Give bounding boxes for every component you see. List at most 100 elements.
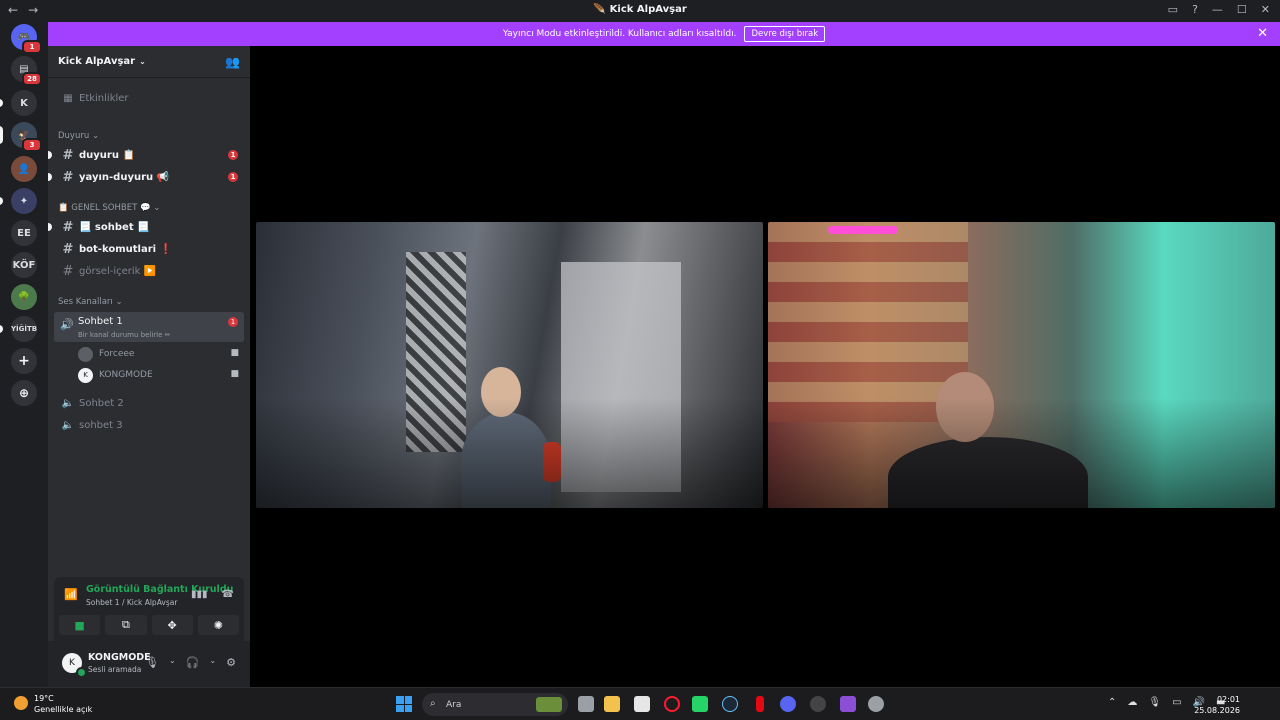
server-name: Kick AlpAvşar — [58, 56, 136, 67]
discover-button[interactable]: ⊕ — [11, 380, 37, 406]
video-icon: ■ — [230, 348, 239, 358]
calendar-icon: ▦ — [63, 92, 73, 104]
steam-icon[interactable] — [722, 696, 738, 712]
hash-icon: # — [62, 147, 74, 163]
voice-channel-sohbet-3[interactable]: 🔈 sohbet 3 — [54, 415, 244, 435]
channel-duyuru[interactable]: # duyuru 📋 1 — [48, 145, 244, 165]
video-icon: ■ — [74, 618, 85, 632]
voice-user[interactable]: K KONGMODE ■ — [78, 366, 243, 384]
close-window-button[interactable]: ✕ — [1261, 3, 1270, 16]
disable-streamer-mode-button[interactable]: Devre dışı bırak — [744, 26, 826, 42]
streamer-mode-banner: Yayıncı Modu etkinleştirildi. Kullanıcı … — [48, 22, 1280, 46]
whatsapp-icon[interactable] — [692, 696, 708, 712]
server-kof[interactable]: KÖF — [11, 252, 37, 278]
server-kick-alpavsar[interactable]: 🦅 3 — [0, 122, 42, 152]
obs-icon[interactable] — [810, 696, 826, 712]
neon-light — [828, 226, 898, 234]
channel-bot-komutlari[interactable]: # bot-komutlari ❗ — [54, 239, 244, 259]
server-avatar-4[interactable]: 🌳 — [11, 284, 37, 310]
voice-channel-sohbet-1[interactable]: 🔊 Sohbet 1 Bir kanal durumu belirle ✏ 1 — [54, 312, 244, 342]
time: 02:01 — [1216, 695, 1240, 704]
clock[interactable]: 02:01 25.08.2026 — [1194, 694, 1240, 716]
weather-icon — [14, 696, 28, 710]
server-avatar-3[interactable]: ✦ — [0, 188, 37, 214]
maximize-button[interactable]: ☐ — [1237, 3, 1247, 16]
help-icon[interactable]: ? — [1192, 3, 1198, 16]
inbox-button[interactable]: ▤ 28 — [11, 56, 42, 86]
onedrive-icon[interactable]: ☁ — [1127, 697, 1137, 708]
channel-yayin-duyuru[interactable]: # yayın-duyuru 📢 1 — [48, 167, 244, 187]
channel-sohbet[interactable]: # 📃 sohbet 📃 — [48, 217, 244, 237]
screen-share-button[interactable]: ⧉ — [105, 615, 147, 635]
chevron-down-icon: ⌄ — [139, 57, 146, 66]
invite-people-icon[interactable]: 👥 — [225, 55, 240, 69]
search-highlight-icon — [536, 697, 562, 712]
microphone-icon[interactable]: 🎙 — [145, 656, 159, 669]
close-icon[interactable]: ✕ — [1257, 26, 1268, 41]
camera-button[interactable]: ■ — [59, 615, 101, 635]
events-label: Etkinlikler — [79, 92, 129, 104]
soundboard-button[interactable]: ✺ — [197, 615, 239, 635]
search-icon: ⌕ — [430, 698, 436, 709]
minimize-button[interactable]: — — [1212, 3, 1223, 16]
user-name[interactable]: KONGMODE — [88, 652, 151, 663]
file-explorer-icon[interactable] — [604, 696, 620, 712]
server-k[interactable]: K — [0, 90, 37, 116]
server-avatar-2[interactable]: 👤 — [11, 156, 37, 182]
shade — [256, 398, 763, 508]
netflix-icon[interactable] — [756, 696, 764, 712]
chevron-down-icon[interactable]: ⌄ — [209, 656, 216, 669]
connection-location[interactable]: Sohbet 1 / Kick AlpAvşar — [86, 598, 177, 607]
category-duyuru[interactable]: Duyuru ⌄ — [58, 131, 99, 141]
video-tile[interactable] — [768, 222, 1275, 508]
microphone-icon[interactable]: 🎙 — [1148, 697, 1161, 708]
channel-status[interactable]: Bir kanal durumu belirle ✏ — [78, 331, 171, 339]
discover-icon: ⊕ — [18, 386, 30, 400]
video-editor-icon[interactable] — [840, 696, 856, 712]
server-yigitb[interactable]: YİĞİTB — [0, 316, 37, 342]
server-ee[interactable]: EE — [11, 220, 37, 246]
voice-user[interactable]: Forceee ■ — [78, 345, 243, 363]
voice-channel-sohbet-2[interactable]: 🔈 Sohbet 2 — [54, 393, 244, 413]
signal-icon[interactable]: 📶 — [64, 588, 78, 601]
server-header[interactable]: Kick AlpAvşar ⌄ 👥 — [48, 46, 250, 78]
opera-icon[interactable] — [664, 696, 680, 712]
server-label: EE — [17, 227, 31, 239]
chevron-up-icon[interactable]: ⌃ — [1108, 697, 1116, 708]
chevron-down-icon: ⌄ — [115, 297, 123, 307]
user-controls: 🎙 ⌄ 🎧 ⌄ ⚙ — [145, 656, 236, 669]
home-button[interactable]: 🎮 1 — [11, 24, 42, 54]
network-icon[interactable]: ▭ — [1172, 697, 1181, 708]
notification-badge: 1 — [22, 40, 42, 54]
task-view-icon[interactable] — [578, 696, 594, 712]
server-avatar-icon: ✦ — [19, 195, 29, 207]
video-tile[interactable] — [256, 222, 763, 508]
disconnect-icon[interactable]: ☎ — [222, 589, 234, 600]
voice-user-name: Forceee — [99, 349, 135, 359]
server-avatar-icon: 🌳 — [17, 291, 31, 303]
server-label: KÖF — [12, 259, 36, 271]
start-button[interactable] — [396, 696, 412, 712]
shade — [768, 398, 1275, 508]
category-genel-sohbet[interactable]: 📋 GENEL SOHBET 💬 ⌄ — [58, 203, 160, 213]
activities-icon: ✥ — [167, 618, 177, 632]
category-ses-kanallari[interactable]: Ses Kanalları ⌄ — [58, 297, 123, 307]
hash-icon: # — [62, 263, 74, 279]
activities-button[interactable]: ✥ — [151, 615, 193, 635]
chevron-down-icon: ⌄ — [153, 203, 161, 213]
noise-suppression-icon[interactable]: ▮▮▮ — [191, 589, 208, 600]
channel-gorsel-icerik[interactable]: # görsel-içerik ▶️ — [54, 261, 244, 281]
store-icon[interactable] — [634, 696, 650, 712]
headphones-icon[interactable]: 🎧 — [186, 656, 200, 669]
notification-badge: 28 — [22, 72, 42, 86]
taskbar-search[interactable]: ⌕ Ara — [422, 693, 568, 716]
hash-icon: # — [62, 219, 74, 235]
settings-icon[interactable] — [868, 696, 884, 712]
discord-icon[interactable] — [780, 696, 796, 712]
add-server-button[interactable]: + — [11, 348, 37, 374]
events-link[interactable]: ▦ Etkinlikler — [54, 88, 244, 108]
user-panel: K KONGMODE Sesli aramada 🎙 ⌄ 🎧 ⌄ ⚙ — [48, 641, 250, 687]
inbox-icon[interactable]: ▭ — [1168, 3, 1178, 16]
chevron-down-icon[interactable]: ⌄ — [169, 656, 176, 669]
gear-icon[interactable]: ⚙ — [226, 656, 236, 669]
